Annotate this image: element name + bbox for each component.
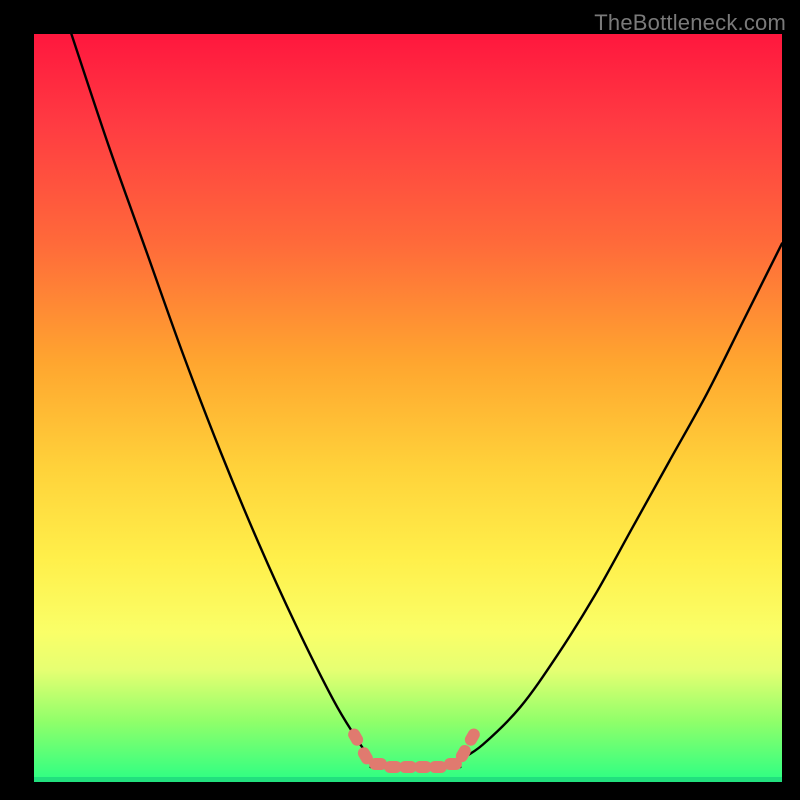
watermark-text: TheBottleneck.com xyxy=(594,10,786,36)
valley-marker xyxy=(346,726,365,748)
right-curve xyxy=(460,243,782,759)
marker-group xyxy=(346,726,482,773)
curve-layer xyxy=(34,34,782,782)
chart-stage: TheBottleneck.com xyxy=(0,0,800,800)
valley-marker xyxy=(463,726,482,748)
left-curve xyxy=(71,34,370,760)
plot-area xyxy=(34,34,782,782)
bottom-green-bar xyxy=(34,777,782,782)
